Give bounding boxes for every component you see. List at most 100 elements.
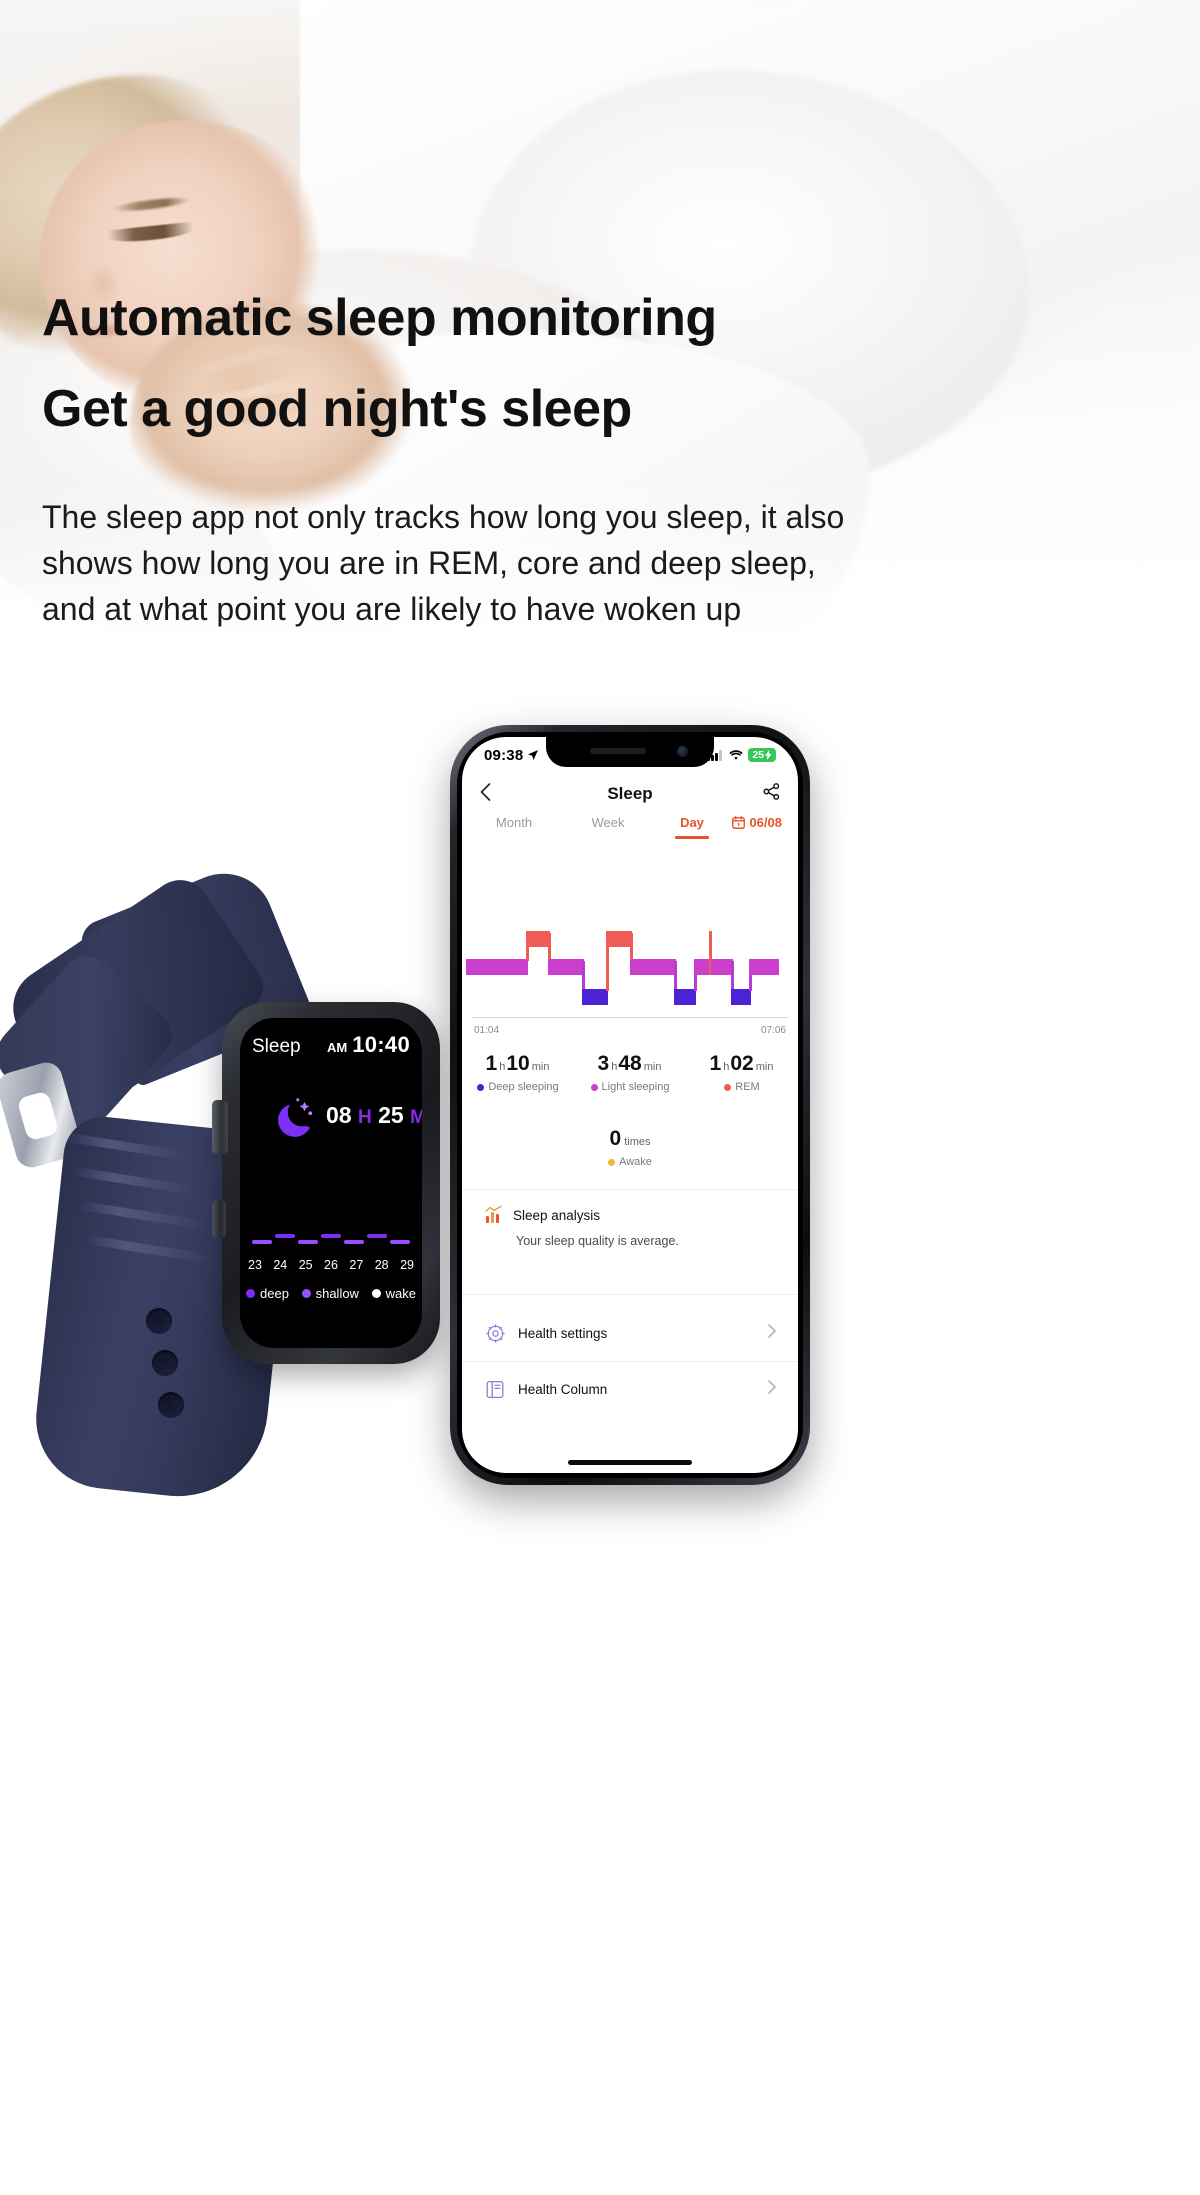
watch-legend-label: wake xyxy=(385,1286,416,1301)
watch-clock: 10:40 xyxy=(352,1032,410,1057)
watch-legend-item-shallow: shallow xyxy=(301,1286,359,1301)
chart-riser xyxy=(630,933,633,961)
stat-legend-label: Light sleeping xyxy=(601,1081,670,1093)
row-health-column[interactable]: Health Column xyxy=(462,1361,798,1417)
sleep-analysis-chart-icon xyxy=(485,1205,502,1223)
watch-clock-group: AM 10:40 xyxy=(327,1032,410,1058)
date-label: 06/08 xyxy=(749,815,782,830)
sleep-analysis-card[interactable]: Sleep analysis Your sleep quality is ave… xyxy=(462,1205,798,1248)
chart-segment-rem xyxy=(606,931,632,947)
chart-riser xyxy=(548,933,551,961)
watch-duration-minutes: 25 xyxy=(378,1102,404,1128)
row-health-settings[interactable]: Health settings xyxy=(462,1305,798,1361)
watch-sleep-duration: 08 H 25 M xyxy=(326,1102,422,1129)
date-picker[interactable]: 06/08 xyxy=(732,815,782,830)
stat-legend-label: Deep sleeping xyxy=(488,1081,559,1093)
range-tabs: Month Week Day 06/08 xyxy=(462,815,798,830)
watch-x-label: 27 xyxy=(349,1258,364,1272)
strap-hole xyxy=(158,1392,184,1418)
stat-unit-hour: h xyxy=(723,1061,730,1073)
tab-week[interactable]: Week xyxy=(572,815,644,830)
gear-icon xyxy=(484,1322,506,1344)
stat-minutes: 02 xyxy=(730,1052,754,1075)
chart-riser xyxy=(731,961,734,991)
watch-x-label: 26 xyxy=(324,1258,338,1272)
chart-segment-light xyxy=(465,959,528,975)
share-icon xyxy=(763,783,780,800)
sleep-analysis-subtitle: Your sleep quality is average. xyxy=(516,1234,679,1248)
stat-legend: REM xyxy=(686,1081,798,1093)
smartwatch-product-image: Sleep AM 10:40 08 H 25 M 23 24 25 26 27 … xyxy=(0,858,500,1520)
smartphone-mockup: 09:38 25 Sleep Month Week Day 06/08 01:0… xyxy=(450,725,810,1485)
awake-value: 0 times xyxy=(462,1127,798,1151)
shallow-dot-icon xyxy=(301,1289,311,1298)
status-bar-time: 09:38 xyxy=(484,746,524,764)
strap-hole xyxy=(152,1350,178,1376)
awake-count: 0 xyxy=(609,1127,622,1150)
watch-crown[interactable] xyxy=(212,1100,228,1154)
rem-dot-icon xyxy=(724,1083,732,1091)
stat-rem: 1 h02 min REM xyxy=(686,1052,798,1093)
promo-page: Automatic sleep monitoring Get a good ni… xyxy=(0,0,1200,2195)
light-sleep-dot-icon xyxy=(590,1083,598,1091)
watch-bar xyxy=(298,1240,318,1244)
watch-legend: deep shallow wake xyxy=(246,1286,416,1301)
sleep-stage-chart: 01:04 07:06 xyxy=(462,897,798,1042)
back-button[interactable] xyxy=(480,783,491,805)
calendar-icon xyxy=(732,816,746,829)
tab-day[interactable]: Day xyxy=(666,815,718,830)
stat-value: 1 h02 min xyxy=(686,1052,798,1076)
chevron-left-icon xyxy=(480,783,491,801)
wake-dot-icon xyxy=(371,1289,381,1298)
watch-x-label: 28 xyxy=(374,1258,389,1272)
stat-unit-hour: h xyxy=(611,1061,618,1073)
chart-time-labels: 01:04 07:06 xyxy=(474,1025,786,1036)
chart-segment-deep xyxy=(582,989,608,1005)
chart-segment-light xyxy=(711,959,733,975)
tab-month[interactable]: Month xyxy=(478,815,550,830)
chart-segment-deep xyxy=(731,989,751,1005)
divider xyxy=(462,1294,798,1295)
watch-side-button[interactable] xyxy=(212,1200,226,1238)
front-camera xyxy=(677,746,688,757)
headline-line-1: Automatic sleep monitoring xyxy=(42,289,717,347)
awake-unit: times xyxy=(624,1136,651,1148)
watch-x-label: 25 xyxy=(298,1258,313,1272)
earpiece-speaker xyxy=(590,748,646,754)
chevron-right-icon xyxy=(768,1323,776,1343)
watch-screen-header: Sleep AM 10:40 xyxy=(252,1032,410,1058)
watch-x-label: 24 xyxy=(273,1258,288,1272)
stat-awake: 0 times Awake xyxy=(462,1127,798,1168)
stat-legend: Deep sleeping xyxy=(462,1081,574,1093)
phone-screen: 09:38 25 Sleep Month Week Day 06/08 01:0… xyxy=(462,737,798,1473)
chart-segment-deep xyxy=(674,989,696,1005)
watch-legend-item-deep: deep xyxy=(246,1286,289,1301)
location-arrow-icon xyxy=(528,750,539,760)
stat-unit-hour: h xyxy=(499,1061,506,1073)
watch-sleep-label: Sleep xyxy=(252,1036,301,1057)
chart-start-time: 01:04 xyxy=(474,1025,500,1036)
share-button[interactable] xyxy=(763,783,780,805)
watch-bar xyxy=(321,1234,341,1238)
watch-bar xyxy=(252,1240,272,1244)
chart-riser xyxy=(674,961,677,991)
stat-legend-label: REM xyxy=(735,1081,760,1093)
chart-segment-light xyxy=(548,959,584,975)
watch-unit-h: H xyxy=(357,1107,372,1128)
deep-dot-icon xyxy=(246,1289,255,1298)
stat-value: 3 h48 min xyxy=(574,1052,686,1076)
home-indicator[interactable] xyxy=(568,1460,692,1465)
watch-x-label: 23 xyxy=(248,1258,262,1272)
row-label: Health settings xyxy=(518,1325,608,1341)
moon-stars-icon xyxy=(278,1098,313,1137)
awake-legend: Awake xyxy=(462,1156,798,1168)
watch-ampm: AM xyxy=(327,1040,348,1055)
stat-light-sleep: 3 h48 min Light sleeping xyxy=(574,1052,686,1093)
strap-hole xyxy=(146,1308,172,1334)
watch-bar xyxy=(344,1240,364,1244)
stat-hours: 1 xyxy=(485,1052,498,1075)
app-nav-bar: Sleep xyxy=(462,777,798,811)
watch-legend-label: shallow xyxy=(315,1286,359,1301)
divider xyxy=(462,1189,798,1190)
stat-unit-min: min xyxy=(531,1061,550,1073)
